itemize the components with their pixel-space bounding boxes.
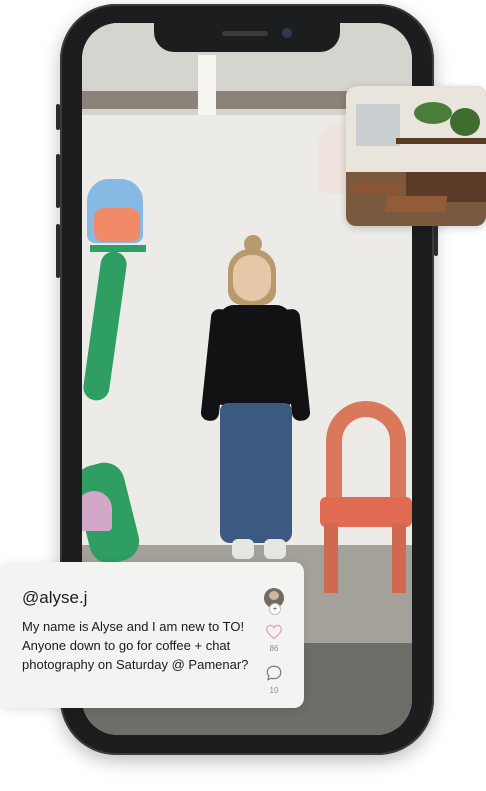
comment-count: 10	[269, 686, 279, 695]
phone-volume-up	[56, 154, 60, 208]
cafe-shelf	[396, 138, 486, 144]
cafe-thumbnail[interactable]	[346, 86, 486, 226]
sculpture-pink	[82, 491, 112, 531]
cafe-plant	[450, 108, 480, 136]
comment-bubble-icon[interactable]	[265, 664, 283, 682]
phone-volume-down	[56, 224, 60, 278]
person-face	[233, 255, 271, 301]
person-hair-bun	[244, 235, 262, 253]
heart-icon[interactable]	[265, 624, 283, 640]
photo-light	[198, 55, 216, 117]
add-follow-badge[interactable]: +	[269, 603, 281, 615]
post-text-line: photography on Saturday @ Pamenar?	[22, 657, 249, 672]
cafe-table	[384, 196, 448, 212]
person-shoe-left	[232, 539, 254, 559]
photo-chair	[320, 401, 412, 611]
person-jeans	[220, 403, 292, 543]
person-shoe-right	[264, 539, 286, 559]
cafe-plant	[414, 102, 452, 124]
post-card: @alyse.j My name is Alyse and I am new t…	[0, 562, 304, 708]
sculpture-shelf	[90, 245, 146, 252]
cafe-table	[352, 182, 404, 194]
notch-speaker	[222, 31, 268, 36]
chair-back	[326, 401, 406, 501]
phone-side-button	[56, 104, 60, 130]
like-count: 86	[269, 644, 279, 653]
post-username[interactable]: @alyse.j	[22, 588, 87, 608]
post-text-line: Anyone down to go for coffee + chat	[22, 638, 231, 653]
post-text: My name is Alyse and I am new to TO! Any…	[22, 617, 258, 674]
chair-leg	[392, 523, 406, 593]
post-text-line: My name is Alyse and I am new to TO!	[22, 619, 245, 634]
person-torso	[218, 305, 292, 405]
notch-camera	[282, 28, 292, 38]
cafe-window	[356, 104, 400, 146]
sculpture-top-accent	[94, 208, 140, 242]
phone-notch	[154, 23, 340, 52]
chair-leg	[324, 523, 338, 593]
